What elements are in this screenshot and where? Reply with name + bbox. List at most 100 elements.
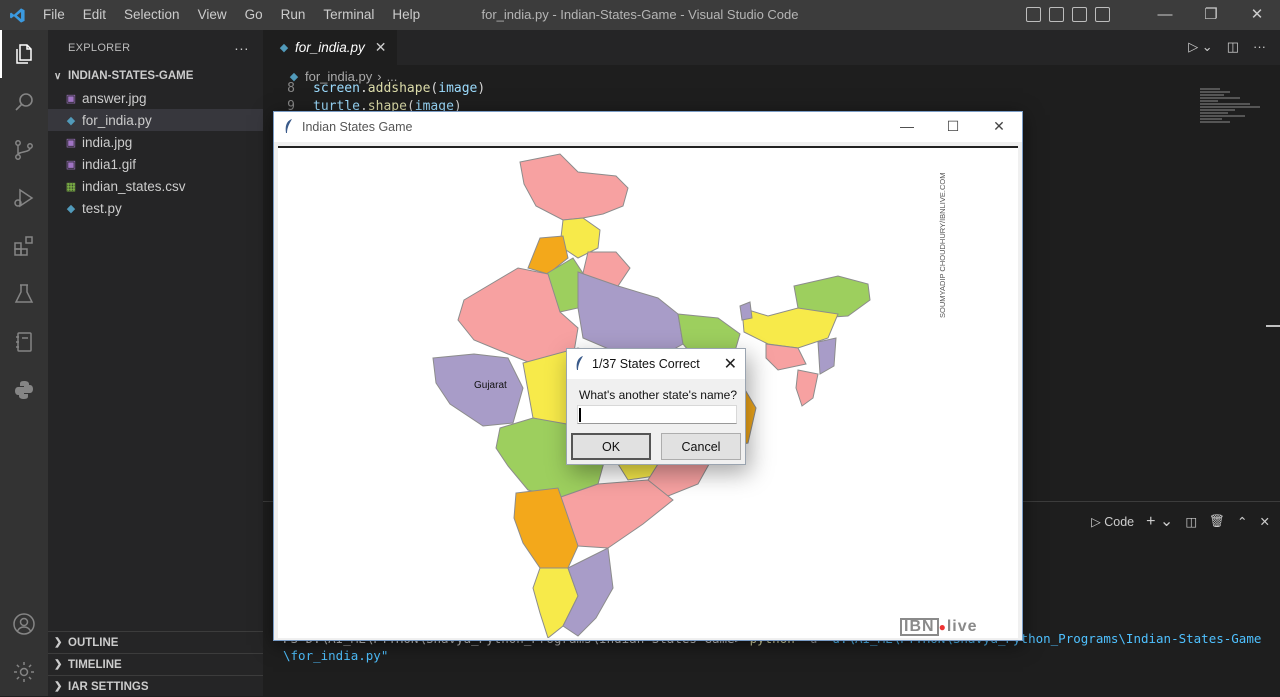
code-token: addshape xyxy=(367,81,431,96)
map-region-meghalaya xyxy=(765,343,807,371)
menu-terminal[interactable]: Terminal xyxy=(314,0,383,30)
more-actions-icon[interactable]: ··· xyxy=(234,40,249,56)
search-icon[interactable] xyxy=(0,78,48,126)
menu-file[interactable]: File xyxy=(34,0,74,30)
explorer-sidebar: EXPLORER ··· ∨ INDIAN-STATES-GAME ▣ answe… xyxy=(48,30,263,696)
python-file-icon: ◆ xyxy=(66,202,76,215)
file-name: test.py xyxy=(82,200,122,216)
dialog-titlebar: 1/37 States Correct xyxy=(567,349,745,379)
testing-icon[interactable] xyxy=(0,270,48,318)
close-tab-icon[interactable]: ✕ xyxy=(375,39,387,56)
map-region-jk xyxy=(519,153,629,221)
settings-gear-icon[interactable] xyxy=(0,648,48,696)
file-item[interactable]: ◆ for_india.py xyxy=(48,109,263,131)
window-controls: — ❐ ✕ xyxy=(1142,0,1280,30)
menu-view[interactable]: View xyxy=(189,0,236,30)
run-debug-icon[interactable] xyxy=(0,174,48,222)
ibnlive-logo: IBN ●live xyxy=(900,618,978,636)
menu-run[interactable]: Run xyxy=(272,0,315,30)
folder-name: INDIAN-STATES-GAME xyxy=(68,70,194,82)
kill-terminal-icon[interactable]: 🗑 xyxy=(1209,514,1225,529)
close-icon[interactable]: ✕ xyxy=(976,112,1022,140)
python-file-icon: ◆ xyxy=(66,114,76,127)
menu-edit[interactable]: Edit xyxy=(74,0,115,30)
file-name: answer.jpg xyxy=(82,90,147,106)
file-item[interactable]: ▣ india1.gif xyxy=(48,153,263,175)
customize-layout-icon[interactable] xyxy=(1095,7,1110,22)
game-window-title: Indian States Game xyxy=(302,120,413,134)
menu-bar: File Edit Selection View Go Run Terminal… xyxy=(34,0,429,30)
python-file-icon: ◆ xyxy=(279,42,289,54)
close-icon[interactable]: ✕ xyxy=(724,354,737,374)
state-input-dialog: 1/37 States Correct ✕ What's another sta… xyxy=(566,348,746,465)
terminal-profile[interactable]: ▷ Code xyxy=(1091,514,1134,529)
image-file-icon: ▣ xyxy=(65,158,77,171)
panel-actions: ▷ Code + ⌄ ◫ 🗑 ⌃ ✕ xyxy=(1091,511,1270,531)
workspace-folder[interactable]: ∨ INDIAN-STATES-GAME xyxy=(48,65,263,87)
split-editor-icon[interactable]: ◫ xyxy=(1227,39,1239,55)
activity-bar xyxy=(0,30,48,696)
game-window-controls: — ☐ ✕ xyxy=(884,112,1022,140)
timeline-section[interactable]: ❯ TIMELINE xyxy=(48,653,263,675)
more-actions-icon[interactable]: ··· xyxy=(1253,39,1266,55)
file-name: indian_states.csv xyxy=(82,178,186,194)
source-control-icon[interactable] xyxy=(0,126,48,174)
ok-button[interactable]: OK xyxy=(571,433,651,460)
file-name: india1.gif xyxy=(82,156,137,172)
code-token: image xyxy=(438,81,478,96)
toggle-secondary-sidebar-icon[interactable] xyxy=(1072,7,1087,22)
toggle-sidebar-icon[interactable] xyxy=(1026,7,1041,22)
state-name-input[interactable] xyxy=(577,405,737,424)
python-icon[interactable] xyxy=(0,366,48,414)
layout-controls xyxy=(1026,7,1110,22)
file-item[interactable]: ◆ test.py xyxy=(48,197,263,219)
tab-bar: ◆ for_india.py ✕ ▷ ⌄ ◫ ··· xyxy=(263,30,1280,65)
cancel-button[interactable]: Cancel xyxy=(661,433,741,460)
code-token: ( xyxy=(430,81,439,96)
scrollbar-marker[interactable] xyxy=(1266,325,1280,327)
explorer-icon[interactable] xyxy=(0,30,48,78)
explorer-title: EXPLORER xyxy=(68,41,131,54)
close-icon[interactable]: ✕ xyxy=(1234,0,1280,30)
outline-label: OUTLINE xyxy=(68,636,119,649)
menu-selection[interactable]: Selection xyxy=(115,0,189,30)
maximize-panel-icon[interactable]: ⌃ xyxy=(1237,514,1247,529)
map-region-up xyxy=(577,271,684,359)
code-line: 8 screen. addshape(image) xyxy=(263,81,1280,99)
chevron-down-icon: ∨ xyxy=(54,70,62,82)
dialog-title: 1/37 States Correct xyxy=(592,357,700,371)
toggle-panel-icon[interactable] xyxy=(1049,7,1064,22)
tab-for-india[interactable]: ◆ for_india.py ✕ xyxy=(263,30,397,65)
run-file-icon[interactable]: ▷ ⌄ xyxy=(1188,39,1213,55)
explorer-header: EXPLORER ··· xyxy=(48,30,263,65)
tab-label: for_india.py xyxy=(295,40,365,55)
code-token: screen xyxy=(313,81,360,96)
menu-go[interactable]: Go xyxy=(236,0,272,30)
iar-settings-section[interactable]: ❯ IAR SETTINGS xyxy=(48,675,263,697)
iar-settings-label: IAR SETTINGS xyxy=(68,680,149,693)
minimap[interactable] xyxy=(1200,87,1268,137)
chevron-right-icon: ❯ xyxy=(54,637,63,648)
file-item[interactable]: ▦ indian_states.csv xyxy=(48,175,263,197)
file-list: ▣ answer.jpg ◆ for_india.py ▣ india.jpg ▣ india… xyxy=(48,87,263,219)
new-terminal-icon[interactable]: + ⌄ xyxy=(1146,511,1173,531)
minimize-icon[interactable]: — xyxy=(884,112,930,140)
maximize-icon[interactable]: ☐ xyxy=(930,112,976,140)
notebook-icon[interactable] xyxy=(0,318,48,366)
map-region-manipur xyxy=(817,337,837,375)
timeline-label: TIMELINE xyxy=(68,658,122,671)
close-panel-icon[interactable]: ✕ xyxy=(1260,514,1270,529)
file-item[interactable]: ▣ answer.jpg xyxy=(48,87,263,109)
minimize-icon[interactable]: — xyxy=(1142,0,1188,30)
split-terminal-icon[interactable]: ◫ xyxy=(1185,514,1197,529)
menu-help[interactable]: Help xyxy=(383,0,429,30)
image-file-icon: ▣ xyxy=(65,92,77,105)
restore-icon[interactable]: ❐ xyxy=(1188,0,1234,30)
outline-section[interactable]: ❯ OUTLINE xyxy=(48,631,263,653)
map-region-mizoram xyxy=(795,369,819,407)
extensions-icon[interactable] xyxy=(0,222,48,270)
image-file-icon: ▣ xyxy=(65,136,77,149)
terminal-icon: ▷ xyxy=(1091,514,1101,529)
file-item[interactable]: ▣ india.jpg xyxy=(48,131,263,153)
account-icon[interactable] xyxy=(0,600,48,648)
